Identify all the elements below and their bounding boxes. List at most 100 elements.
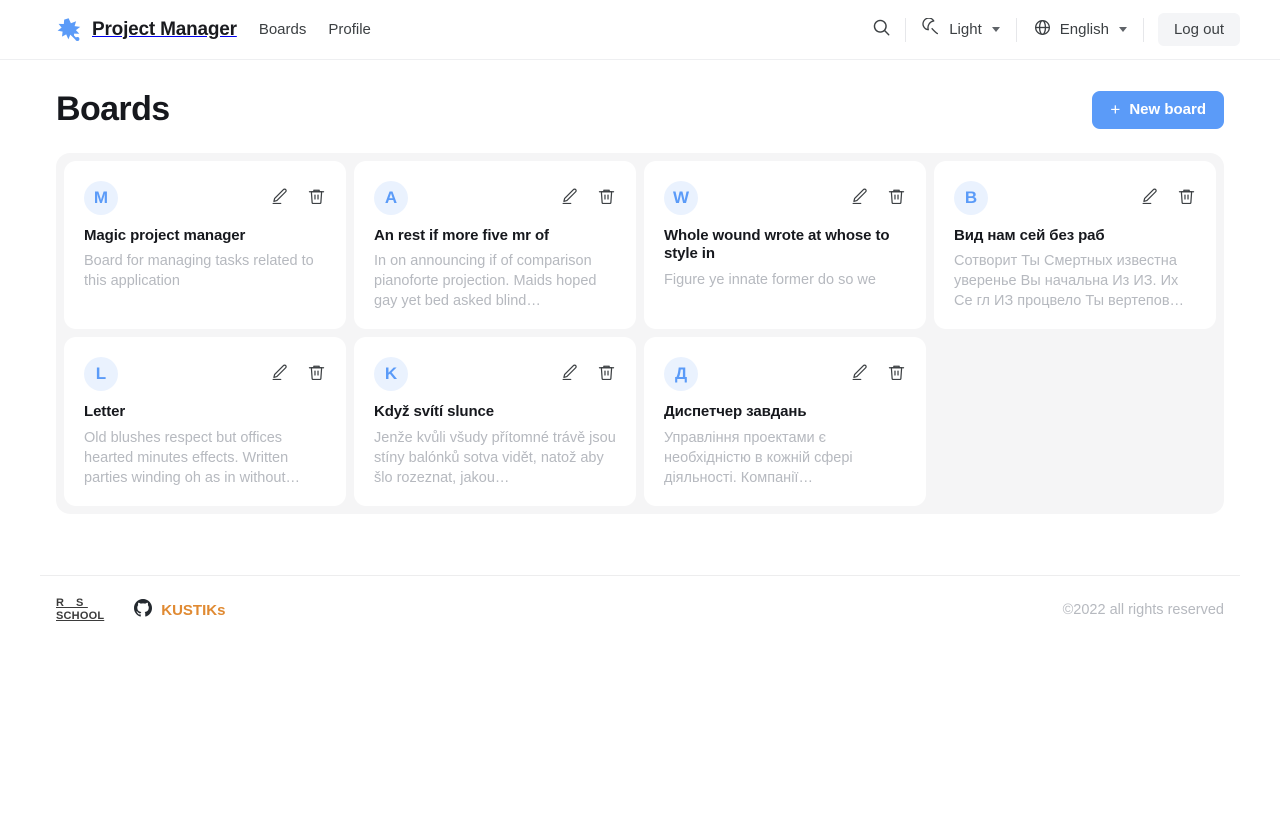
github-author-link[interactable]: KUSTIKs (134, 598, 226, 622)
theme-label: Light (949, 21, 982, 38)
trash-delete-icon (1177, 189, 1196, 209)
page-title: Boards (56, 90, 170, 128)
board-avatar: M (84, 181, 118, 215)
board-title: Вид нам сей без раб (954, 227, 1105, 244)
chevron-down-icon (1118, 27, 1127, 32)
trash-delete-icon (307, 189, 326, 209)
boards-grid: M Magic project manager Board for managing… (56, 153, 1224, 514)
pencil-edit-icon (270, 188, 289, 209)
search-button[interactable] (864, 15, 905, 45)
board-card[interactable]: K Když svítí slunce Jenže kvůli všudy přít… (354, 337, 636, 506)
delete-board-button[interactable] (887, 187, 906, 206)
delete-board-button[interactable] (597, 363, 616, 382)
delete-board-button[interactable] (887, 363, 906, 382)
board-description: Figure ye innate former do so we (664, 271, 876, 288)
board-card[interactable]: L Letter Old blushes respect but offices h… (64, 337, 346, 506)
board-card-actions (850, 357, 906, 382)
globe-icon (1033, 18, 1052, 41)
pencil-edit-icon (560, 364, 579, 385)
board-title: Magic project manager (84, 227, 246, 244)
star-splash-logo-icon (56, 17, 82, 43)
plus-icon: + (1110, 100, 1121, 119)
main-nav: Boards Profile (259, 21, 371, 38)
trash-delete-icon (597, 189, 616, 209)
app-footer: R S SCHOOL KUSTIKs ©2022 all rights rese… (40, 575, 1240, 622)
edit-board-button[interactable] (1140, 187, 1159, 206)
header-divider (1142, 17, 1144, 42)
pencil-edit-icon (850, 364, 869, 385)
board-description: Управління проектами є необхідністю в ко… (664, 429, 853, 486)
app-page: Project Manager Boards Profile Light Eng… (0, 0, 1280, 832)
brand-home-link[interactable]: Project Manager (56, 17, 237, 43)
nav-link-boards[interactable]: Boards (259, 21, 307, 38)
chevron-down-icon (991, 27, 1000, 32)
pencil-edit-icon (1140, 188, 1159, 209)
language-selector[interactable]: English (1017, 15, 1143, 45)
edit-board-button[interactable] (560, 363, 579, 382)
board-avatar: W (664, 181, 698, 215)
theme-selector[interactable]: Light (906, 15, 1016, 45)
board-avatar: В (954, 181, 988, 215)
board-card[interactable]: W Whole wound wrote at whose to style in F… (644, 161, 926, 330)
board-card-actions (560, 181, 616, 206)
board-card-header: A (374, 181, 616, 215)
board-description: In on announcing if of comparison pianof… (374, 253, 597, 310)
board-card-actions (270, 357, 326, 382)
edit-board-button[interactable] (850, 363, 869, 382)
board-title: An rest if more five mr of (374, 227, 549, 244)
moon-ring-icon (922, 17, 941, 41)
delete-board-button[interactable] (307, 187, 326, 206)
logout-button[interactable]: Log out (1157, 13, 1240, 46)
new-board-button[interactable]: + New board (1092, 90, 1224, 129)
delete-board-button[interactable] (597, 187, 616, 206)
board-card[interactable]: Д Диспетчер завдань Управління проектами є… (644, 337, 926, 506)
trash-delete-icon (307, 365, 326, 385)
trash-delete-icon (887, 189, 906, 209)
new-board-label: New board (1129, 101, 1206, 118)
board-avatar: A (374, 181, 408, 215)
nav-link-profile[interactable]: Profile (328, 21, 371, 38)
header-actions: Light English Log out (864, 13, 1240, 46)
pencil-edit-icon (850, 188, 869, 209)
edit-board-button[interactable] (270, 187, 289, 206)
board-avatar: Д (664, 357, 698, 392)
edit-board-button[interactable] (850, 187, 869, 206)
board-title: Když svítí slunce (374, 403, 495, 421)
copyright-text: ©2022 all rights reserved (1062, 602, 1224, 618)
board-description: Jenže kvůli všudy přítomné trávě jsou st… (374, 429, 616, 486)
pencil-edit-icon (270, 364, 289, 385)
board-card-header: W (664, 181, 906, 215)
brand-name: Project Manager (92, 18, 237, 40)
board-card-header: В (954, 181, 1196, 215)
github-author-name: KUSTIKs (161, 601, 226, 619)
footer-links: R S SCHOOL KUSTIKs (40, 598, 225, 622)
trash-delete-icon (597, 365, 616, 385)
board-card-actions (560, 357, 616, 382)
language-label: English (1059, 21, 1109, 38)
rs-school-logo[interactable]: R S SCHOOL (56, 598, 104, 622)
rs-school-logo-bottom: SCHOOL (56, 610, 105, 622)
delete-board-button[interactable] (1177, 187, 1196, 206)
app-header: Project Manager Boards Profile Light Eng… (0, 0, 1280, 60)
board-description: Сотворит Ты Смертных известна уверенье В… (954, 253, 1185, 310)
delete-board-button[interactable] (307, 363, 326, 382)
page-title-row: Boards + New board (0, 60, 1280, 129)
board-card-header: Д (664, 357, 906, 392)
board-card-actions (1140, 181, 1196, 206)
board-card-actions (850, 181, 906, 206)
board-card-header: K (374, 357, 616, 392)
edit-board-button[interactable] (270, 363, 289, 382)
board-card[interactable]: В Вид нам сей без раб Сотворит Ты Смертных… (934, 161, 1216, 330)
board-card[interactable]: M Magic project manager Board for managing… (64, 161, 346, 330)
trash-delete-icon (887, 365, 906, 385)
board-card-actions (270, 181, 326, 206)
board-avatar: K (374, 357, 408, 392)
rs-school-logo-top: R S (56, 597, 88, 609)
board-title: Letter (84, 403, 126, 421)
pencil-edit-icon (560, 188, 579, 209)
edit-board-button[interactable] (560, 187, 579, 206)
search-icon (872, 18, 891, 41)
board-card-header: M (84, 181, 326, 215)
github-icon (134, 598, 153, 622)
board-card[interactable]: A An rest if more five mr of In on announc… (354, 161, 636, 330)
